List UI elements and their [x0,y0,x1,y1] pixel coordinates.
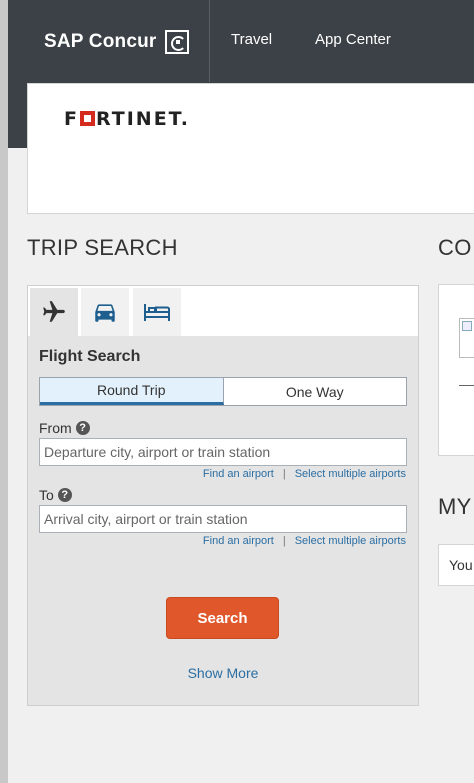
from-label-text: From [39,420,72,436]
broken-image-icon [459,318,474,358]
trip-search-title: TRIP SEARCH [27,235,178,260]
from-airport-links: Find an airport | Select multiple airpor… [203,468,406,480]
bed-icon [144,304,170,321]
to-label-text: To [39,487,54,503]
help-icon[interactable]: ? [57,488,72,502]
tab-hotel[interactable] [133,288,181,336]
logo-o-mark [79,111,95,126]
link-separator: | [282,535,286,547]
to-airport-links: Find an airport | Select multiple airpor… [203,535,406,547]
nav-divider [209,0,210,82]
sap-concur-logo[interactable]: SAP Concur [44,28,189,56]
flight-search-heading: Flight Search [39,348,141,365]
search-button[interactable]: Search [166,597,279,639]
car-icon [95,304,115,322]
my-card-text: You [449,557,473,573]
round-trip-option[interactable]: Round Trip [40,378,224,405]
logo-letter-f: F [64,108,79,130]
trip-type-toggle: Round Trip One Way [39,377,407,406]
to-input[interactable] [39,505,407,533]
from-input[interactable] [39,438,407,466]
company-section-title: CO [438,235,472,260]
tab-car[interactable] [81,288,129,336]
find-airport-link-to[interactable]: Find an airport [203,535,274,547]
logo-letters-rtinet: RTINET. [95,108,190,130]
company-card [438,284,474,456]
booking-tabs [28,286,418,336]
airplane-icon [43,301,65,322]
left-rail [0,0,8,783]
help-icon[interactable]: ? [75,421,90,435]
trip-search-panel: Flight Search Round Trip One Way From ? … [27,285,419,706]
find-airport-link-from[interactable]: Find an airport [203,468,274,480]
tab-flight[interactable] [30,288,78,336]
one-way-option[interactable]: One Way [224,378,407,405]
nav-app-center[interactable]: App Center [315,31,391,48]
my-card: You [438,544,474,586]
brand-name: SAP Concur [44,31,157,52]
select-multiple-airports-link-from[interactable]: Select multiple airports [295,468,406,480]
nav-travel[interactable]: Travel [231,31,272,48]
select-multiple-airports-link-to[interactable]: Select multiple airports [295,535,406,547]
to-label: To ? [39,487,72,503]
show-more-link[interactable]: Show More [28,665,418,681]
company-banner: F RTINET. [27,83,474,214]
divider [459,385,474,386]
link-separator: | [282,468,286,480]
fortinet-logo: F RTINET. [64,108,190,130]
concur-c-icon [164,30,189,54]
my-section-title: MY [438,494,472,519]
from-label: From ? [39,420,90,436]
